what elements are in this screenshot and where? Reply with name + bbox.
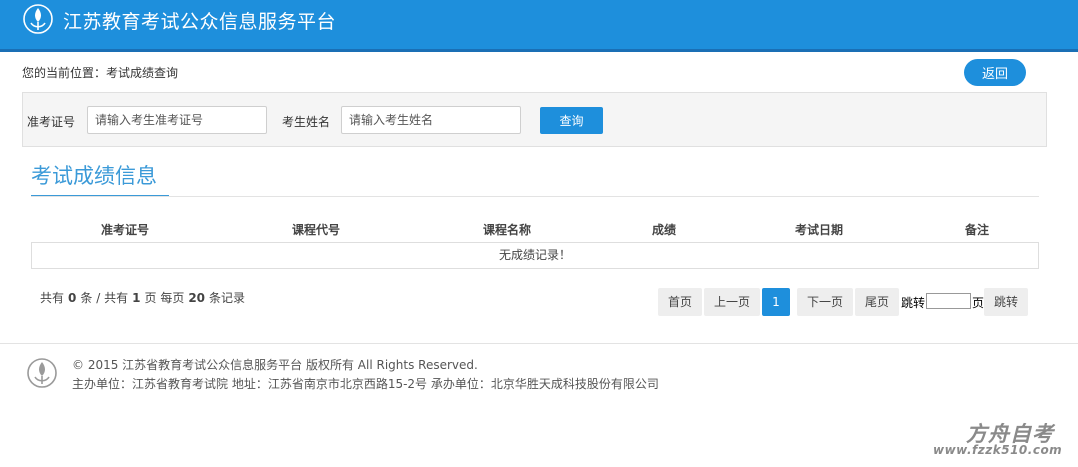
footer-copyright: © 2015 江苏省教育考试公众信息服务平台 版权所有 All Rights R…	[72, 358, 478, 372]
footer-organization-info: 主办单位：江苏省教育考试院 地址：江苏省南京市北京西路15-2号 承办单位：北京…	[72, 377, 659, 391]
per-page-count: 20	[188, 291, 206, 305]
jump-page-unit: 页	[972, 296, 985, 310]
summary-per-prefix: 每页	[160, 291, 185, 305]
record-count: 0	[68, 291, 77, 305]
section-divider	[31, 196, 1039, 197]
summary-per-unit: 条记录	[209, 291, 246, 305]
column-header-score: 成绩	[652, 223, 677, 237]
column-header-course-name: 课程名称	[483, 223, 532, 237]
column-header-remarks: 备注	[965, 223, 990, 237]
page-count: 1	[132, 291, 141, 305]
empty-result-row: 无成绩记录！	[31, 242, 1039, 269]
current-page-button[interactable]: 1	[762, 288, 790, 316]
footer-logo-icon	[27, 358, 57, 388]
column-header-ticket-number: 准考证号	[101, 223, 150, 237]
ticket-number-input[interactable]	[87, 106, 267, 134]
site-title: 江苏教育考试公众信息服务平台	[63, 11, 337, 33]
prev-page-button[interactable]: 上一页	[704, 288, 760, 316]
breadcrumb: 您的当前位置：考试成绩查询	[22, 66, 179, 80]
candidate-name-input[interactable]	[341, 106, 521, 134]
jump-page-input[interactable]	[926, 293, 971, 309]
column-header-course-code: 课程代号	[292, 223, 341, 237]
jump-button[interactable]: 跳转	[984, 288, 1028, 316]
watermark-url: www.fzzk510.com	[933, 443, 1063, 457]
logo-icon	[23, 4, 53, 34]
search-form: 准考证号 考生姓名 查询	[22, 92, 1047, 147]
record-summary: 共有 0 条 / 共有 1 页 每页 20 条记录	[40, 289, 245, 306]
next-page-button[interactable]: 下一页	[797, 288, 853, 316]
summary-count-unit: 条	[80, 291, 93, 305]
query-button[interactable]: 查询	[540, 107, 603, 134]
summary-pages-unit: 页	[144, 291, 157, 305]
top-header: 江苏教育考试公众信息服务平台	[0, 0, 1078, 52]
jump-label: 跳转	[901, 296, 926, 310]
last-page-button[interactable]: 尾页	[855, 288, 899, 316]
candidate-name-label: 考生姓名	[282, 115, 331, 129]
column-header-exam-date: 考试日期	[795, 223, 844, 237]
summary-pages-prefix: 共有	[104, 291, 129, 305]
section-title: 考试成绩信息	[31, 160, 169, 197]
back-button[interactable]: 返回	[964, 59, 1026, 86]
ticket-number-label: 准考证号	[27, 115, 76, 129]
summary-prefix: 共有	[40, 291, 65, 305]
first-page-button[interactable]: 首页	[658, 288, 702, 316]
summary-separator: /	[96, 291, 101, 305]
footer-divider	[0, 343, 1078, 344]
